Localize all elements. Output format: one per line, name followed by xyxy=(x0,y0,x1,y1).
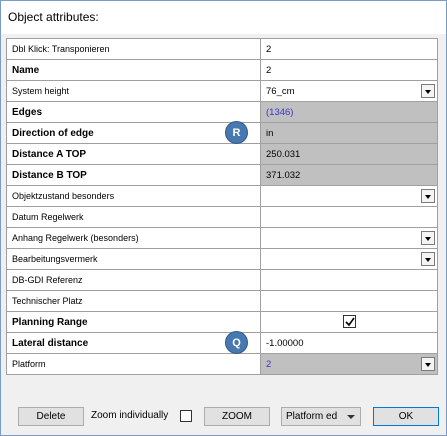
dropdown-arrow-icon[interactable] xyxy=(421,252,435,266)
marker-badge-r: R xyxy=(225,121,248,144)
marker-badge-q: Q xyxy=(225,331,248,354)
attribute-value[interactable]: (1346) xyxy=(260,101,438,123)
attribute-row: Datum Regelwerk xyxy=(6,206,438,228)
attribute-value-text: 76_cm xyxy=(266,85,295,97)
attribute-row: Name 2 xyxy=(6,59,438,81)
attribute-row: Edges (1346) xyxy=(6,101,438,123)
attribute-grid: Dbl Klick: Transponieren 2 Name 2 System hei… xyxy=(6,38,438,375)
dropdown-arrow-icon[interactable] xyxy=(421,189,435,203)
attribute-value-text: 371.032 xyxy=(266,169,301,181)
platform-edit-combo[interactable]: Platform ed xyxy=(281,407,361,426)
attribute-row: Bearbeitungsvermerk xyxy=(6,248,438,270)
attribute-label: Lateral distance Q xyxy=(6,331,261,354)
attribute-value-text: in xyxy=(266,127,274,139)
attribute-value-text: 250.031 xyxy=(266,148,301,160)
attribute-row: System height 76_cm xyxy=(6,80,438,102)
object-attributes-dialog: Object attributes: Dbl Klick: Transponie… xyxy=(0,0,447,436)
attribute-row: Technischer Platz xyxy=(6,290,438,312)
zoom-individually-label: Zoom individually xyxy=(91,410,169,421)
zoom-button[interactable]: ZOOM xyxy=(204,407,270,426)
checkmark-icon xyxy=(345,317,355,327)
attribute-row: Objektzustand besonders xyxy=(6,185,438,207)
attribute-row: Distance A TOP 250.031 xyxy=(6,143,438,165)
attribute-row: Direction of edge R in xyxy=(6,121,438,144)
attribute-value-text: 2 xyxy=(266,358,272,370)
dropdown-arrow-icon[interactable] xyxy=(421,231,435,245)
attribute-value[interactable] xyxy=(260,248,438,270)
attribute-label: System height xyxy=(6,80,261,102)
attribute-value[interactable]: 2 xyxy=(260,59,438,81)
attribute-row: Platform 2 xyxy=(6,353,438,375)
attribute-label: Direction of edge R xyxy=(6,121,261,144)
attribute-value[interactable]: 250.031 xyxy=(260,143,438,165)
attribute-value[interactable] xyxy=(260,227,438,249)
attribute-label: Technischer Platz xyxy=(6,290,261,312)
attribute-row: DB-GDI Referenz xyxy=(6,269,438,291)
zoom-individually-checkbox[interactable] xyxy=(180,410,192,422)
planning-range-checkbox[interactable] xyxy=(343,315,356,328)
attribute-label: Dbl Klick: Transponieren xyxy=(6,38,261,60)
dropdown-arrow-icon[interactable] xyxy=(421,357,435,371)
attribute-label: Bearbeitungsvermerk xyxy=(6,248,261,270)
title-bar: Object attributes: xyxy=(1,1,446,34)
attribute-label: DB-GDI Referenz xyxy=(6,269,261,291)
attribute-label: Anhang Regelwerk (besonders) xyxy=(6,227,261,249)
attribute-value[interactable] xyxy=(260,206,438,228)
attribute-label: Distance B TOP xyxy=(6,164,261,186)
attribute-label: Platform xyxy=(6,353,261,375)
attribute-row: Planning Range xyxy=(6,311,438,333)
attribute-row: Dbl Klick: Transponieren 2 xyxy=(6,38,438,60)
attribute-label: Datum Regelwerk xyxy=(6,206,261,228)
attribute-row: Distance B TOP 371.032 xyxy=(6,164,438,186)
attribute-value[interactable]: 76_cm xyxy=(260,80,438,102)
attribute-row: Lateral distance Q -1.00000 xyxy=(6,331,438,354)
attribute-value[interactable]: 2 xyxy=(260,38,438,60)
attribute-label: Name xyxy=(6,59,261,81)
attribute-label: Objektzustand besonders xyxy=(6,185,261,207)
attribute-value-text: 2 xyxy=(266,64,272,76)
attribute-value[interactable] xyxy=(260,311,438,333)
attribute-value[interactable]: 2 xyxy=(260,353,438,375)
attribute-value-text: 2 xyxy=(266,43,272,55)
attribute-value[interactable]: 371.032 xyxy=(260,164,438,186)
attribute-value[interactable] xyxy=(260,269,438,291)
dialog-title: Object attributes: xyxy=(8,10,99,24)
attribute-label: Distance A TOP xyxy=(6,143,261,165)
delete-button[interactable]: Delete xyxy=(18,407,84,426)
attribute-value[interactable]: in xyxy=(260,122,438,144)
attribute-value-text: (1346) xyxy=(266,106,294,118)
attribute-value[interactable] xyxy=(260,185,438,207)
attribute-value-text: -1.00000 xyxy=(266,337,304,349)
platform-edit-combo-value: Platform ed xyxy=(286,411,338,422)
chevron-down-icon xyxy=(347,415,355,419)
attribute-value[interactable]: -1.00000 xyxy=(260,332,438,354)
attribute-label: Planning Range xyxy=(6,311,261,333)
attribute-value[interactable] xyxy=(260,290,438,312)
ok-button[interactable]: OK xyxy=(373,407,439,426)
attribute-label: Edges xyxy=(6,101,261,123)
dropdown-arrow-icon[interactable] xyxy=(421,84,435,98)
attribute-row: Anhang Regelwerk (besonders) xyxy=(6,227,438,249)
